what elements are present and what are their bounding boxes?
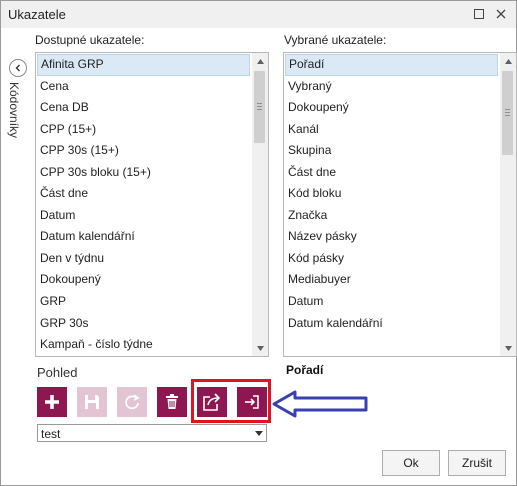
codebook-tab[interactable]: Kódovníky bbox=[3, 82, 25, 162]
codebook-tab-label: Kódovníky bbox=[7, 82, 21, 139]
list-item[interactable]: Mediabuyer bbox=[285, 269, 498, 291]
save-view-button[interactable] bbox=[77, 387, 107, 417]
list-item[interactable]: GRP 30s bbox=[37, 313, 250, 335]
list-item[interactable]: Dokoupený bbox=[285, 97, 498, 119]
list-item[interactable]: GRP bbox=[37, 291, 250, 313]
scroll-down-button[interactable] bbox=[500, 340, 516, 356]
scroll-thumb[interactable] bbox=[254, 71, 265, 143]
maximize-button[interactable] bbox=[469, 5, 489, 23]
maximize-icon bbox=[474, 9, 484, 19]
view-select[interactable]: test bbox=[37, 424, 267, 442]
list-item[interactable]: CPP (15+) bbox=[37, 119, 250, 141]
list-item[interactable]: Kampaň - číslo týdne bbox=[37, 334, 250, 356]
plus-icon bbox=[45, 395, 59, 409]
list-item[interactable]: Kanál bbox=[285, 119, 498, 141]
codebook-side-panel: Kódovníky bbox=[1, 28, 28, 358]
add-view-button[interactable] bbox=[37, 387, 67, 417]
scroll-down-icon bbox=[256, 345, 264, 351]
current-item-label: Pořadí bbox=[286, 363, 324, 377]
scroll-up-icon bbox=[256, 58, 264, 64]
list-item[interactable]: Vybraný bbox=[285, 76, 498, 98]
list-item[interactable]: Datum bbox=[285, 291, 498, 313]
scroll-thumb[interactable] bbox=[502, 71, 513, 155]
list-item[interactable]: Pořadí bbox=[285, 54, 498, 76]
chevron-down-icon bbox=[255, 431, 263, 436]
annotation-arrow bbox=[272, 390, 368, 418]
available-list-scrollbar[interactable] bbox=[252, 53, 268, 356]
list-item[interactable]: Datum kalendářní bbox=[37, 226, 250, 248]
save-icon bbox=[85, 395, 99, 409]
list-item[interactable]: CPP 30s bloku (15+) bbox=[37, 162, 250, 184]
list-item[interactable]: Datum bbox=[37, 205, 250, 227]
list-item[interactable]: Datum kalendářní bbox=[285, 313, 498, 335]
collapse-panel-button[interactable] bbox=[9, 59, 27, 77]
available-indicators-label: Dostupné ukazatele: bbox=[35, 33, 145, 47]
delete-view-button[interactable] bbox=[157, 387, 187, 417]
list-item[interactable]: Afinita GRP bbox=[37, 54, 250, 76]
cancel-button[interactable]: Zrušit bbox=[448, 450, 506, 476]
list-item[interactable]: Část dne bbox=[285, 162, 498, 184]
dialog-window: Ukazatele Kódovníky Dostupné ukazatele: … bbox=[0, 0, 517, 486]
refresh-icon bbox=[125, 394, 140, 410]
ok-button[interactable]: Ok bbox=[382, 450, 440, 476]
scroll-down-button[interactable] bbox=[252, 340, 268, 356]
list-item[interactable]: CPP 30s (15+) bbox=[37, 140, 250, 162]
scroll-up-button[interactable] bbox=[252, 53, 268, 69]
close-icon bbox=[496, 9, 506, 19]
annotation-highlight-box bbox=[191, 379, 271, 423]
close-button[interactable] bbox=[491, 5, 511, 23]
list-item[interactable]: Den v týdnu bbox=[37, 248, 250, 270]
selected-indicators-label: Vybrané ukazatele: bbox=[284, 33, 387, 47]
list-item[interactable]: Skupina bbox=[285, 140, 498, 162]
view-select-value: test bbox=[41, 427, 61, 441]
list-item[interactable]: Cena DB bbox=[37, 97, 250, 119]
list-item[interactable]: Dokoupený bbox=[37, 269, 250, 291]
chevron-left-icon bbox=[15, 64, 20, 72]
list-item[interactable]: Kód bloku bbox=[285, 183, 498, 205]
selected-indicators-list[interactable]: Pořadí Vybraný Dokoupený Kanál Skupina Část d… bbox=[283, 52, 517, 357]
list-item[interactable]: Značka bbox=[285, 205, 498, 227]
list-item[interactable]: Cena bbox=[37, 76, 250, 98]
view-section-label: Pohled bbox=[37, 365, 78, 380]
list-item[interactable]: Část dne bbox=[37, 183, 250, 205]
scroll-up-icon bbox=[504, 58, 512, 64]
selected-list-scrollbar[interactable] bbox=[500, 53, 516, 356]
available-indicators-list[interactable]: Afinita GRP Cena Cena DB CPP (15+) CPP 30s (… bbox=[35, 52, 269, 357]
delete-icon bbox=[166, 394, 178, 409]
refresh-view-button[interactable] bbox=[117, 387, 147, 417]
window-title: Ukazatele bbox=[8, 7, 66, 22]
scroll-down-icon bbox=[504, 345, 512, 351]
list-item[interactable]: Název pásky bbox=[285, 226, 498, 248]
scroll-up-button[interactable] bbox=[500, 53, 516, 69]
title-bar: Ukazatele bbox=[1, 1, 516, 28]
list-item[interactable]: Kód pásky bbox=[285, 248, 498, 270]
